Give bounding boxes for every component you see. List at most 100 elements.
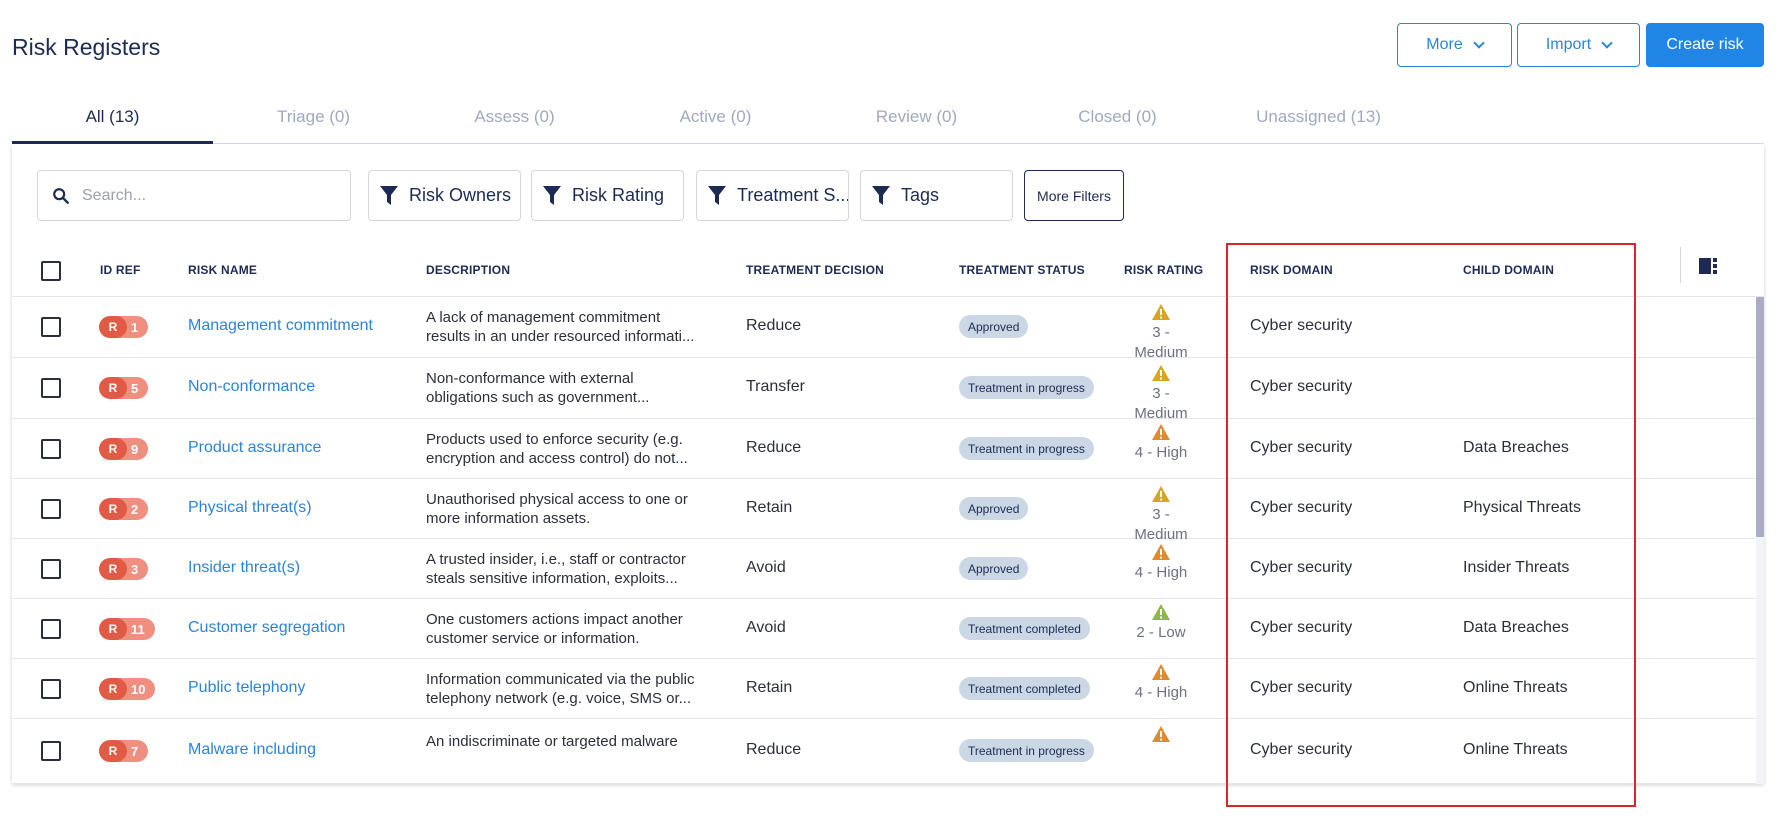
risk-name-link[interactable]: Product assurance <box>188 439 321 457</box>
risk-rating: 4 - High <box>1116 663 1206 703</box>
row-checkbox[interactable] <box>41 499 61 519</box>
status-tabs: All (13) Triage (0) Assess (0) Active (0… <box>12 92 1764 144</box>
treatment-status-badge: Treatment in progress <box>959 437 1094 460</box>
row-checkbox[interactable] <box>41 378 61 398</box>
risk-name-link[interactable]: Malware including <box>188 741 316 759</box>
tab-review[interactable]: Review (0) <box>816 92 1017 142</box>
risk-rating <box>1116 725 1206 745</box>
id-prefix: R <box>99 498 127 520</box>
warning-triangle-icon <box>1152 365 1170 381</box>
risk-rating-label: 3 - <box>1152 324 1170 341</box>
risk-rating-label: 3 - <box>1152 506 1170 523</box>
description-line: Products used to enforce security (e.g. <box>426 431 683 448</box>
warning-triangle-icon <box>1152 604 1170 620</box>
treatment-status-badge: Treatment completed <box>959 617 1090 640</box>
id-ref-badge: R7 <box>99 740 149 762</box>
treatment-status-badge: Approved <box>959 497 1029 520</box>
risk-name-link[interactable]: Public telephony <box>188 679 305 697</box>
tab-active[interactable]: Active (0) <box>615 92 816 142</box>
risk-name-link[interactable]: Management commitment <box>188 317 373 335</box>
description-text: A trusted insider, i.e., staff or contra… <box>426 550 696 588</box>
treatment-status-badge: Treatment completed <box>959 677 1090 700</box>
child-domain: Online Threats <box>1463 741 1568 758</box>
scrollbar-thumb[interactable] <box>1756 297 1764 537</box>
filter-treatment-status[interactable]: Treatment S... <box>696 170 849 221</box>
warning-triangle-icon <box>1152 304 1170 320</box>
filter-tags[interactable]: Tags <box>860 170 1013 221</box>
id-ref-badge: R3 <box>99 558 149 580</box>
description-text: A lack of management commitment results i… <box>426 308 696 346</box>
treatment-decision: Reduce <box>746 741 802 758</box>
column-header-description[interactable]: DESCRIPTION <box>426 263 510 277</box>
column-header-risk-domain[interactable]: RISK DOMAIN <box>1250 263 1333 277</box>
create-risk-button[interactable]: Create risk <box>1646 23 1764 67</box>
column-header-treatment-status[interactable]: TREATMENT STATUS <box>959 263 1085 277</box>
search-input[interactable] <box>82 186 332 205</box>
risk-name-link[interactable]: Insider threat(s) <box>188 559 300 577</box>
row-checkbox[interactable] <box>41 679 61 699</box>
description-line: telephony network (e.g. voice, SMS or... <box>426 690 692 707</box>
treatment-status-badge: Approved <box>959 557 1029 580</box>
id-prefix: R <box>99 740 127 762</box>
risk-domain: Cyber security <box>1250 378 1353 395</box>
column-header-id-ref[interactable]: ID REF <box>100 263 141 277</box>
description-text: Non-conformance with external obligations… <box>426 369 696 407</box>
warning-triangle-icon <box>1152 544 1170 560</box>
tab-closed[interactable]: Closed (0) <box>1017 92 1218 142</box>
warning-triangle-icon <box>1152 486 1170 502</box>
id-prefix: R <box>99 316 127 338</box>
risk-rating: 4 - High <box>1116 423 1206 463</box>
child-domain: Online Threats <box>1463 679 1568 696</box>
chevron-down-icon <box>1601 37 1613 49</box>
risk-name-link[interactable]: Non-conformance <box>188 378 315 396</box>
more-filters-button[interactable]: More Filters <box>1024 170 1124 221</box>
select-all-checkbox[interactable] <box>41 261 61 281</box>
risk-rating-label: 4 - High <box>1134 444 1188 461</box>
description-line: A trusted insider, i.e., staff or contra… <box>426 551 686 568</box>
column-header-risk-name[interactable]: RISK NAME <box>188 263 257 277</box>
description-line: Non-conformance with external <box>426 370 634 387</box>
filter-risk-rating[interactable]: Risk Rating <box>531 170 684 221</box>
more-button-label: More <box>1426 36 1463 53</box>
row-checkbox[interactable] <box>41 439 61 459</box>
child-domain: Physical Threats <box>1463 499 1581 516</box>
risk-table-panel: Risk Owners Risk Rating Treatment S... T… <box>12 144 1764 784</box>
filter-label: Tags <box>901 185 940 205</box>
column-header-child-domain[interactable]: CHILD DOMAIN <box>1463 263 1554 277</box>
tab-triage[interactable]: Triage (0) <box>213 92 414 142</box>
tab-assess[interactable]: Assess (0) <box>414 92 615 142</box>
id-ref-badge: R5 <box>99 377 149 399</box>
warning-triangle-icon <box>1152 424 1170 440</box>
risk-rating: 2 - Low <box>1116 603 1206 643</box>
description-line: steals sensitive information, exploits..… <box>426 570 678 587</box>
risk-domain: Cyber security <box>1250 499 1353 516</box>
tab-all[interactable]: All (13) <box>12 92 213 144</box>
treatment-decision: Avoid <box>746 619 786 636</box>
description-text: Unauthorised physical access to one or mo… <box>426 490 696 528</box>
column-settings-icon[interactable] <box>1699 258 1719 274</box>
row-checkbox[interactable] <box>41 317 61 337</box>
row-checkbox[interactable] <box>41 619 61 639</box>
more-button[interactable]: More <box>1397 23 1512 67</box>
description-line: results in an under resourced informati.… <box>426 328 695 345</box>
row-checkbox[interactable] <box>41 741 61 761</box>
description-line: Unauthorised physical access to one or <box>426 491 688 508</box>
row-checkbox[interactable] <box>41 559 61 579</box>
treatment-status-badge: Treatment in progress <box>959 739 1094 762</box>
id-prefix: R <box>99 377 127 399</box>
id-ref-badge: R 11 <box>99 618 155 640</box>
risk-domain: Cyber security <box>1250 619 1353 636</box>
import-button[interactable]: Import <box>1517 23 1640 67</box>
risk-name-link[interactable]: Physical threat(s) <box>188 499 312 517</box>
description-line: encryption and access control) do not... <box>426 450 688 467</box>
filter-risk-owners[interactable]: Risk Owners <box>368 170 521 221</box>
description-line: One customers actions impact another <box>426 611 683 628</box>
column-divider <box>1680 247 1681 283</box>
page-title: Risk Registers <box>12 34 161 60</box>
risk-name-link[interactable]: Customer segregation <box>188 619 345 637</box>
risk-domain: Cyber security <box>1250 559 1353 576</box>
column-header-treatment-decision[interactable]: TREATMENT DECISION <box>746 263 884 277</box>
column-header-risk-rating[interactable]: RISK RATING <box>1124 263 1203 277</box>
tab-unassigned[interactable]: Unassigned (13) <box>1218 92 1419 142</box>
search-field[interactable] <box>37 170 351 221</box>
